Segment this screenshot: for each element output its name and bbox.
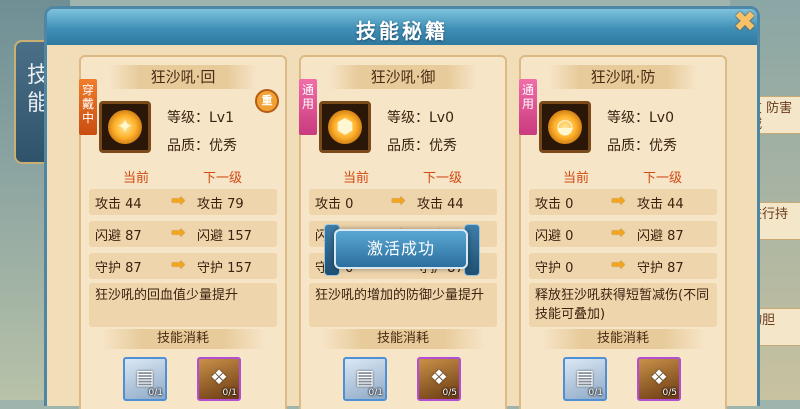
skill-name: 狂沙吼·回: [109, 65, 257, 89]
general-tag: 通用: [299, 79, 317, 135]
cost-title: 技能消耗: [101, 329, 265, 349]
stat-next: 守护 157: [197, 261, 252, 276]
bag-icon: ❖: [650, 365, 668, 389]
stat-current: 守护 87: [95, 261, 142, 276]
sparkle-icon: ✦: [116, 114, 134, 138]
bag-icon: ❖: [210, 365, 228, 389]
close-icon[interactable]: ✖: [727, 5, 763, 41]
heavy-badge: 重: [255, 89, 279, 113]
general-tag: 通用: [519, 79, 537, 135]
arrow-right-icon: ➡: [611, 255, 626, 275]
stat-current: 攻击 0: [315, 197, 354, 212]
skill-card[interactable]: 狂沙吼·防 通用 ◒ 等级：Lv0 品质：优秀 当前 下一级 攻击 0 ➡ 攻击…: [519, 55, 727, 409]
next-level-label: 下一级: [643, 171, 683, 186]
item-count: 0/1: [588, 388, 603, 398]
item-count: 0/1: [222, 388, 237, 398]
stat-next: 守护 87: [637, 261, 684, 276]
stat-next: 闪避 87: [637, 229, 684, 244]
item-count: 0/5: [442, 388, 457, 398]
stat-current: 闪避 0: [535, 229, 574, 244]
stat-current: 闪避 87: [95, 229, 142, 244]
stat-row: 守护 0 ➡ 守护 87: [529, 253, 717, 279]
cost-item[interactable]: ▤ 0/1: [563, 357, 607, 401]
skill-description: 释放狂沙吼获得短暂减伤(不同技能可叠加): [529, 283, 717, 327]
dome-icon: ◒: [556, 114, 574, 138]
stat-next: 攻击 44: [637, 197, 684, 212]
current-label: 当前: [123, 171, 150, 186]
shield-icon: ⬢: [336, 114, 354, 138]
arrow-right-icon: ➡: [611, 223, 626, 243]
dialog-title: 技能秘籍: [356, 19, 448, 43]
current-label: 当前: [343, 171, 370, 186]
stat-current: 攻击 44: [95, 197, 142, 212]
arrow-right-icon: ➡: [171, 255, 186, 275]
skill-description: 狂沙吼的增加的防御少量提升: [309, 283, 497, 327]
scroll-icon: ▤: [575, 365, 595, 389]
stat-row: 攻击 44 ➡ 攻击 79: [89, 189, 277, 215]
arrow-right-icon: ➡: [171, 191, 186, 211]
bag-icon: ❖: [430, 365, 448, 389]
dialog-title-bar: 技能秘籍: [47, 9, 757, 45]
skill-level: 等级：Lv0: [607, 110, 674, 126]
skill-card[interactable]: 狂沙吼·回 穿戴中 重 ✦ 等级：Lv1 品质：优秀 当前 下一级 攻击 44 …: [79, 55, 287, 409]
cost-item[interactable]: ❖ 0/5: [637, 357, 681, 401]
skill-quality: 品质：优秀: [387, 138, 457, 154]
skill-description: 狂沙吼的回血值少量提升: [89, 283, 277, 327]
next-level-label: 下一级: [203, 171, 243, 186]
skill-book-dialog: 技能秘籍 ✖ 狂沙吼·回 穿戴中 重 ✦ 等级：Lv1 品质：优秀 当前 下一级…: [44, 5, 763, 409]
next-level-label: 下一级: [423, 171, 463, 186]
skill-icon[interactable]: ◒: [539, 101, 591, 153]
cost-item[interactable]: ❖ 0/1: [197, 357, 241, 401]
stat-row: 闪避 0 ➡ 闪避 87: [529, 221, 717, 247]
item-count: 0/1: [148, 388, 163, 398]
current-label: 当前: [563, 171, 590, 186]
cost-item[interactable]: ▤ 0/1: [343, 357, 387, 401]
skill-name: 狂沙吼·防: [549, 65, 697, 89]
stat-current: 攻击 0: [535, 197, 574, 212]
stat-row: 攻击 0 ➡ 攻击 44: [529, 189, 717, 215]
equipped-tag: 穿戴中: [79, 79, 97, 135]
arrow-right-icon: ➡: [611, 191, 626, 211]
item-count: 0/1: [368, 388, 383, 398]
scroll-icon: ▤: [355, 365, 375, 389]
stat-next: 攻击 44: [417, 197, 464, 212]
stat-row: 守护 87 ➡ 守护 157: [89, 253, 277, 279]
stat-row: 闪避 87 ➡ 闪避 157: [89, 221, 277, 247]
activation-success-toast: 激活成功: [334, 229, 468, 269]
stat-next: 攻击 79: [197, 197, 244, 212]
arrow-right-icon: ➡: [171, 223, 186, 243]
skill-level: 等级：Lv1: [167, 110, 234, 126]
arrow-right-icon: ➡: [391, 191, 406, 211]
item-count: 0/5: [662, 388, 677, 398]
scroll-icon: ▤: [135, 365, 155, 389]
skill-level: 等级：Lv0: [387, 110, 454, 126]
skill-name: 狂沙吼·御: [329, 65, 477, 89]
cost-title: 技能消耗: [541, 329, 705, 349]
cost-item[interactable]: ▤ 0/1: [123, 357, 167, 401]
cost-item[interactable]: ❖ 0/5: [417, 357, 461, 401]
stat-current: 守护 0: [535, 261, 574, 276]
skill-quality: 品质：优秀: [167, 138, 237, 154]
stat-next: 闪避 157: [197, 229, 252, 244]
stat-row: 攻击 0 ➡ 攻击 44: [309, 189, 497, 215]
skill-quality: 品质：优秀: [607, 138, 677, 154]
skill-icon[interactable]: ✦: [99, 101, 151, 153]
cost-title: 技能消耗: [321, 329, 485, 349]
skill-icon[interactable]: ⬢: [319, 101, 371, 153]
